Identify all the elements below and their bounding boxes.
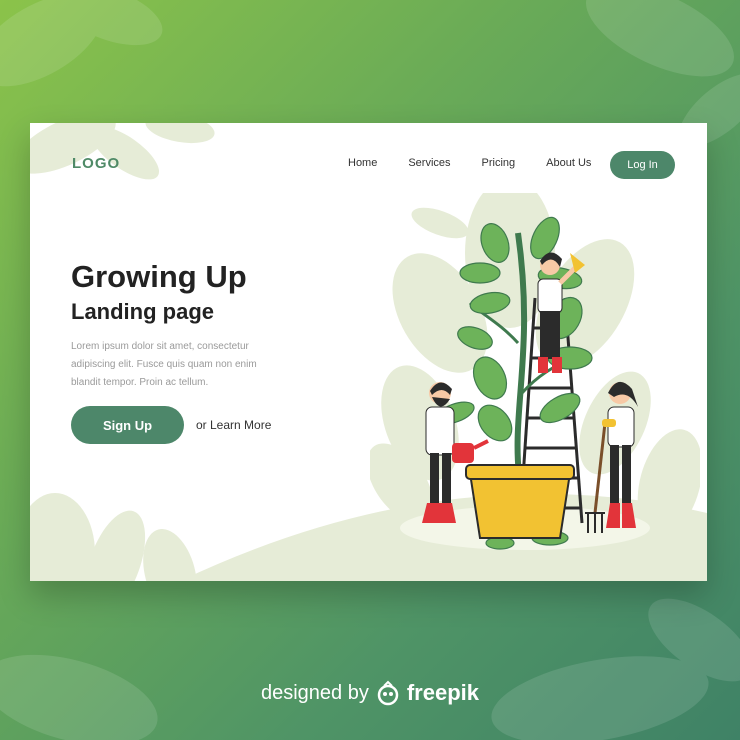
nav-about-us[interactable]: About Us (546, 157, 591, 169)
login-button[interactable]: Log In (610, 151, 675, 179)
landing-card: LOGO Home Services Pricing About Us Log … (30, 123, 707, 581)
credit-prefix: designed by (260, 681, 369, 704)
nav-pricing[interactable]: Pricing (482, 157, 516, 169)
freepik-logo-icon (377, 680, 399, 706)
hero-subtitle: Landing page (71, 299, 214, 324)
site-logo[interactable]: LOGO (72, 155, 120, 172)
signup-button[interactable]: Sign Up (71, 406, 184, 444)
hero-title: Growing Up (71, 259, 247, 294)
designer-credit: designed by freepik (0, 680, 740, 706)
hero-description: Lorem ipsum dolor sit amet, consectetur … (71, 341, 257, 388)
credit-brand[interactable]: freepik (407, 680, 479, 706)
nav-services[interactable]: Services (408, 157, 450, 169)
plant-illustration (370, 193, 700, 550)
learn-more-link[interactable]: or Learn More (196, 418, 271, 432)
nav-home[interactable]: Home (348, 157, 377, 169)
main-nav: Home Services Pricing About Us (348, 157, 622, 169)
